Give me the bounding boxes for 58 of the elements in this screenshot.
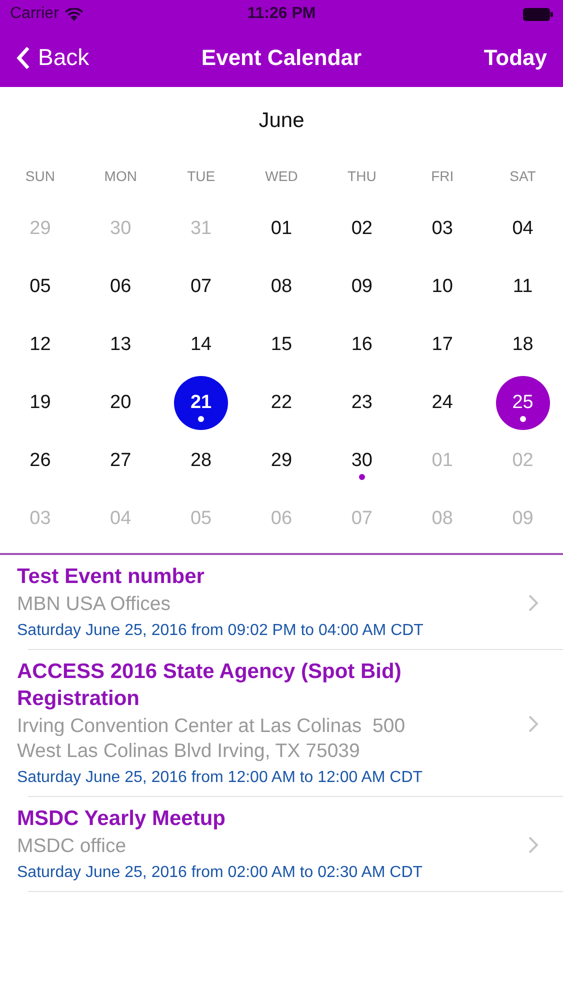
event-time: Saturday June 25, 2016 from 02:00 AM to 02:30 AM CDT (17, 863, 424, 883)
calendar-day[interactable]: 26 (13, 434, 68, 488)
calendar-day[interactable]: 08 (254, 260, 308, 314)
calendar-day[interactable]: 05 (13, 260, 68, 314)
calendar-day[interactable]: 23 (334, 376, 389, 430)
calendar-day[interactable]: 30 (334, 434, 389, 488)
back-chevron-icon (16, 46, 30, 70)
calendar-day[interactable]: 06 (94, 260, 148, 314)
calendar-day[interactable]: 12 (13, 318, 68, 372)
weekday-label: SUN (25, 168, 55, 184)
weekday-label: SAT (510, 168, 536, 184)
nav-title: Event Calendar (201, 44, 362, 70)
calendar-day[interactable]: 16 (334, 318, 389, 372)
event-title[interactable]: MSDC Yearly Meetup (17, 805, 520, 832)
weekday-label: WED (265, 168, 298, 184)
calendar-day[interactable]: 09 (334, 260, 389, 314)
calendar-day[interactable]: 22 (254, 376, 308, 430)
status-time: 11:26 PM (247, 5, 316, 22)
month-title: June (258, 109, 304, 132)
calendar-day[interactable]: 24 (415, 376, 470, 430)
event-title[interactable]: Test Event number (17, 563, 520, 590)
calendar-day[interactable]: 14 (174, 318, 228, 372)
event-location: Irving Convention Center at Las Colinas 500 West Las Colinas Blvd Irving, TX 75039 (17, 714, 406, 764)
calendar-day[interactable]: 04 (496, 202, 550, 256)
chevron-icon (528, 836, 539, 854)
calendar-day[interactable]: 19 (13, 376, 68, 430)
event-time: Saturday June 25, 2016 from 09:02 PM to 04:00 AM CDT (17, 621, 424, 641)
calendar-day[interactable]: 11 (496, 260, 550, 314)
calendar-day[interactable]: 07 (174, 260, 228, 314)
back-button[interactable]: Back (16, 44, 90, 71)
calendar-day[interactable]: 01 (254, 202, 308, 256)
calendar-day[interactable]: 13 (94, 318, 148, 372)
chevron-icon (528, 714, 539, 732)
calendar-day[interactable]: 17 (415, 318, 470, 372)
calendar-day[interactable]: 21 (174, 376, 228, 430)
calendar-day[interactable]: 18 (496, 318, 550, 372)
calendar-day[interactable]: 15 (254, 318, 308, 372)
calendar-day[interactable]: 03 (415, 202, 470, 256)
today-button[interactable]: Today (484, 44, 547, 70)
weekday-label: FRI (431, 168, 454, 184)
battery-icon (523, 8, 553, 20)
weekday-label: THU (348, 168, 376, 184)
calendar-day[interactable]: 02 (334, 202, 389, 256)
weekday-label: MON (104, 168, 137, 184)
chevron-icon (528, 594, 539, 612)
carrier-label: Carrier (10, 5, 59, 23)
event-title[interactable]: ACCESS 2016 State Agency (Spot Bid) Registration (17, 658, 520, 712)
calendar-day[interactable]: 20 (94, 376, 148, 430)
calendar-day[interactable]: 28 (174, 434, 228, 488)
weekday-label: TUE (187, 168, 216, 184)
wifi-icon (64, 8, 83, 20)
event-time: Saturday June 25, 2016 from 12:00 AM to 12:00 AM CDT (17, 768, 424, 788)
event-location: MSDC office (17, 834, 128, 859)
event-location: MBN USA Offices (17, 592, 172, 617)
calendar-day[interactable]: 29 (254, 434, 308, 488)
calendar-day[interactable]: 25 (496, 376, 550, 430)
calendar-day[interactable]: 27 (94, 434, 148, 488)
calendar-day[interactable]: 10 (415, 260, 470, 314)
